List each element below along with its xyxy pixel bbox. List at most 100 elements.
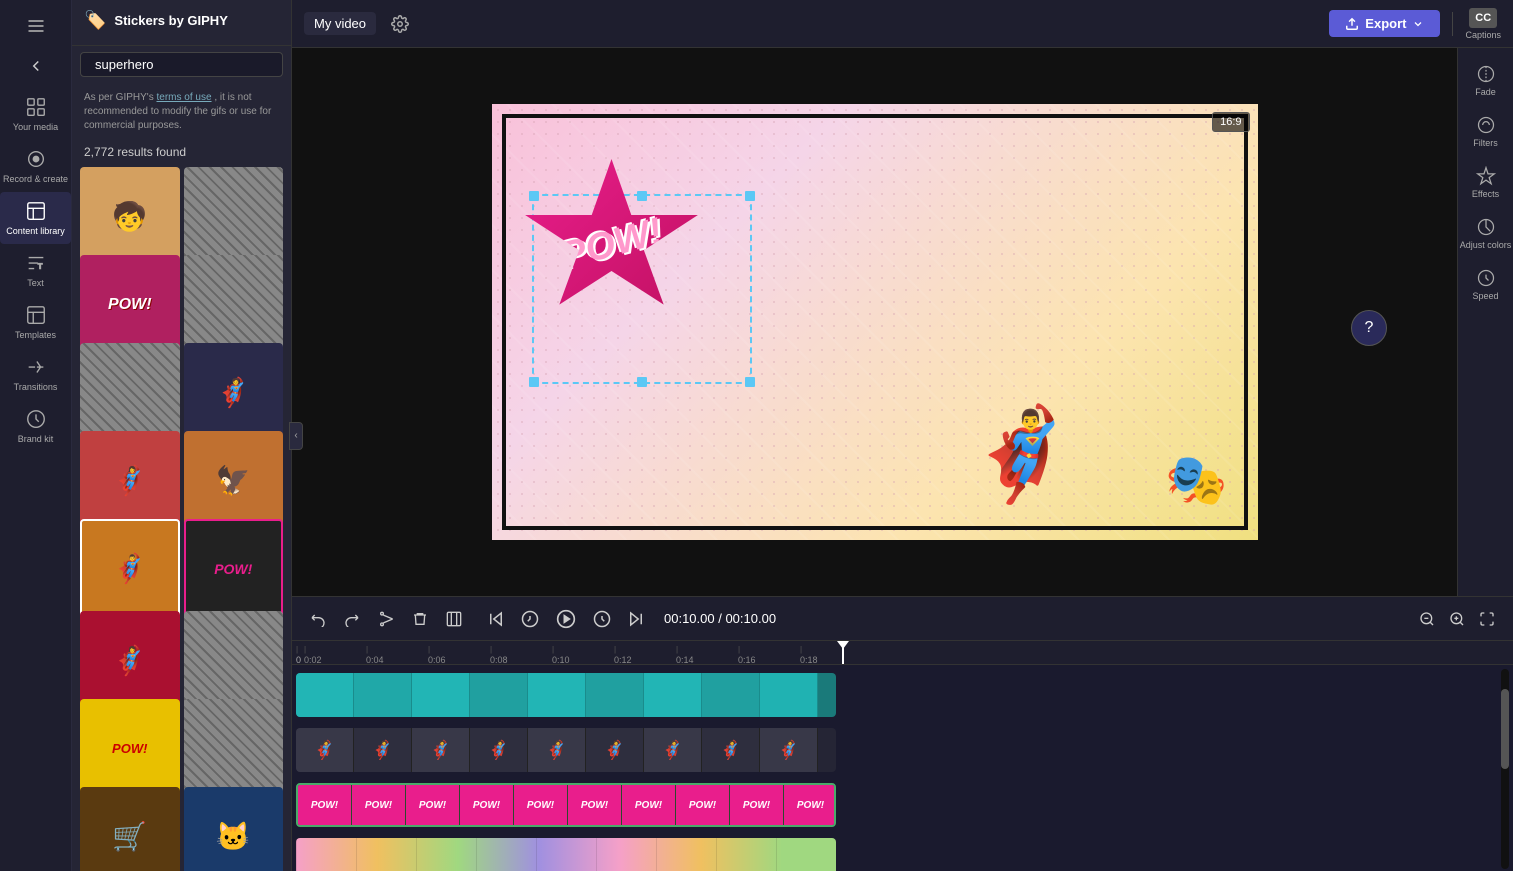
zoom-in-button[interactable] (1443, 605, 1471, 633)
top-bar: My video Export CC Captions (292, 0, 1513, 48)
zoom-out-button[interactable] (1413, 605, 1441, 633)
fast-forward-button[interactable] (588, 605, 616, 633)
skip-back-button[interactable] (482, 605, 510, 633)
video-section: POW! 🦸‍♂️ 🎭 16:9 ? (292, 48, 1513, 596)
video-area: POW! 🦸‍♂️ 🎭 16:9 ? (292, 48, 1457, 596)
time-display: 00:10.00 / 00:10.00 (664, 611, 776, 626)
sidebar-item-templates[interactable]: Templates (0, 296, 71, 348)
hero-character: 🦸‍♂️ (965, 410, 1077, 500)
handle-tc[interactable] (637, 191, 647, 201)
export-button[interactable]: Export (1329, 10, 1440, 37)
ruler-mark: 0 (296, 645, 304, 665)
skip-forward-button[interactable] (622, 605, 650, 633)
sticker-item[interactable]: 🐱 (184, 787, 284, 871)
giphy-notice: As per GIPHY's terms of use , it is not … (72, 83, 291, 141)
redo-button[interactable] (338, 605, 366, 633)
sticker-item[interactable]: 🦅 (184, 431, 284, 531)
sticker-item[interactable] (184, 255, 284, 355)
ruler-mark: 0:14 (676, 645, 738, 665)
search-input[interactable] (95, 57, 271, 72)
sticker-grid: 🧒 POW! 🦸 🦸‍♀️ 🦅 🦸‍♂️ POW! Add to timelin… (72, 167, 291, 871)
sidebar-item-text[interactable]: T Text (0, 244, 71, 296)
sticker-item[interactable] (184, 611, 284, 711)
effects-tool[interactable]: Effects (1458, 158, 1513, 207)
sidebar-item-your-media[interactable]: Your media (0, 88, 71, 140)
stickers-panel: 🏷️ Stickers by GIPHY As per GIPHY's term… (72, 0, 292, 871)
fade-tool[interactable]: Fade (1458, 56, 1513, 105)
hamburger-menu[interactable] (18, 8, 54, 44)
rewind-button[interactable] (516, 605, 544, 633)
terms-link[interactable]: terms of use (157, 92, 212, 103)
sticker-item[interactable]: 🦸‍♂️ (80, 519, 180, 619)
sticker-item[interactable]: 🦸 (184, 343, 284, 443)
search-container (72, 46, 291, 83)
filters-tool[interactable]: Filters (1458, 107, 1513, 156)
sticker-item[interactable]: 🦸‍♀️ (80, 431, 180, 531)
sticker-item[interactable]: POW! Add to timeline 🫵 (184, 519, 284, 619)
timeline-scrollbar[interactable] (1501, 669, 1509, 869)
sticker-item[interactable]: 🛒 (80, 787, 180, 871)
left-sidebar: Your media Record & create Content libra… (0, 0, 72, 871)
ruler-mark: 0:10 (552, 645, 614, 665)
ruler-mark: 0:02 (304, 645, 366, 665)
timeline-ruler: 0 0:02 0:04 0:06 0:08 0:10 0:12 0:14 0:1… (292, 641, 1513, 665)
sticker-item[interactable] (80, 343, 180, 443)
sticker-item[interactable] (184, 167, 284, 267)
delete-button[interactable] (406, 605, 434, 633)
sidebar-item-content-library[interactable]: Content library (0, 192, 71, 244)
ruler-mark: 0:06 (428, 645, 490, 665)
speed-tool[interactable]: Speed (1458, 260, 1513, 309)
help-button[interactable]: ? (1351, 310, 1387, 346)
track-row-4 (292, 834, 1513, 871)
timeline-tracks: 🦸 🦸 🦸 🦸 🦸 🦸 🦸 🦸 🦸 POW! (292, 665, 1513, 871)
mask-element: 🎭 (1165, 451, 1227, 510)
sidebar-item-brand-kit[interactable]: Brand kit (0, 400, 71, 452)
panel-header: 🏷️ Stickers by GIPHY (72, 0, 291, 46)
captions-button[interactable]: CC Captions (1465, 8, 1501, 40)
sticker-item[interactable]: 🦸‍♀️ (80, 611, 180, 711)
main-area: My video Export CC Captions (292, 0, 1513, 871)
ruler-mark: 0:16 (738, 645, 800, 665)
svg-text:T: T (37, 262, 42, 271)
timeline-controls: 00:10.00 / 00:10.00 (292, 597, 1513, 641)
video-canvas: POW! 🦸‍♂️ 🎭 16:9 (490, 102, 1260, 542)
scrollbar-thumb[interactable] (1501, 689, 1509, 769)
cc-icon: CC (1469, 8, 1497, 28)
clip-button[interactable] (440, 605, 468, 633)
ruler-mark: 0:08 (490, 645, 552, 665)
pow-burst: POW! (522, 159, 702, 319)
search-box[interactable] (80, 52, 283, 77)
sticker-item[interactable]: 🧒 (80, 167, 180, 267)
sidebar-item-record-create[interactable]: Record & create (0, 140, 71, 192)
panel-collapse-arrow[interactable]: ‹ (289, 422, 303, 450)
results-count: 2,772 results found (72, 141, 291, 167)
back-button[interactable] (18, 48, 54, 84)
adjust-colors-tool[interactable]: Adjust colors (1458, 209, 1513, 258)
sticker-item[interactable] (184, 699, 284, 799)
track-pink[interactable] (296, 838, 836, 871)
track-row-2: 🦸 🦸 🦸 🦸 🦸 🦸 🦸 🦸 🦸 (292, 724, 1513, 776)
track-row-1 (292, 669, 1513, 721)
expand-timeline-button[interactable] (1473, 605, 1501, 633)
sticker-item[interactable]: POW! (80, 699, 180, 799)
handle-tl[interactable] (529, 191, 539, 201)
track-teal[interactable] (296, 673, 836, 717)
play-button[interactable] (550, 603, 582, 635)
right-panel: Fade Filters Effects Adju (1457, 48, 1513, 596)
pow-sticker-selected[interactable]: POW! (512, 149, 732, 339)
undo-button[interactable] (304, 605, 332, 633)
my-video-tab[interactable]: My video (304, 12, 376, 35)
panel-title: Stickers by GIPHY (114, 13, 227, 28)
timeline-section: 00:10.00 / 00:10.00 (292, 596, 1513, 871)
tab-settings-icon[interactable] (384, 8, 416, 40)
track-dark[interactable]: 🦸 🦸 🦸 🦸 🦸 🦸 🦸 🦸 🦸 (296, 728, 836, 772)
ruler-mark: 0:12 (614, 645, 676, 665)
sidebar-item-transitions[interactable]: Transitions (0, 348, 71, 400)
track-row-3: POW! POW! POW! POW! POW! POW! POW! POW! … (292, 779, 1513, 831)
ruler-mark: 0:18 (800, 645, 862, 665)
zoom-controls (1413, 605, 1501, 633)
sticker-item[interactable]: POW! (80, 255, 180, 355)
cut-button[interactable] (372, 605, 400, 633)
ruler-mark: 0:04 (366, 645, 428, 665)
track-pow[interactable]: POW! POW! POW! POW! POW! POW! POW! POW! … (296, 783, 836, 827)
